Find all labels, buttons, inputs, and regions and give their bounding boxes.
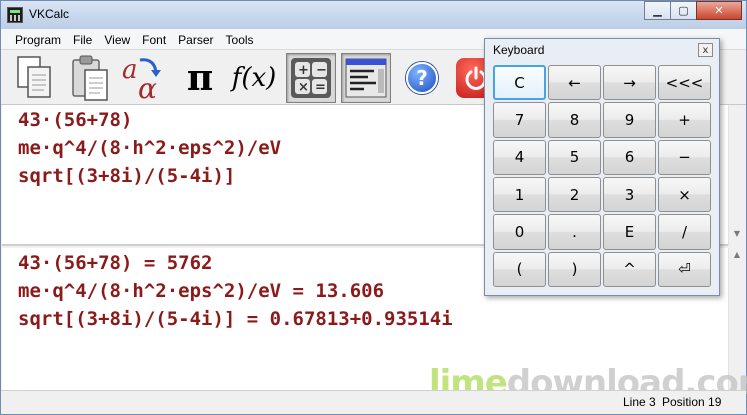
input-scrollbar[interactable]: ▼: [728, 105, 745, 246]
keypad: C ← → <<< 7 8 9 + 4 5 6 − 1 2 3 × 0 . E …: [493, 65, 711, 287]
output-line-1: 43·(56+78) = 5762: [18, 252, 213, 274]
calculator-keys-icon: + − × =: [291, 58, 331, 98]
svg-text:+: +: [298, 63, 309, 78]
key-divide[interactable]: /: [658, 214, 711, 250]
menu-parser[interactable]: Parser: [172, 29, 219, 49]
key-4[interactable]: 4: [493, 139, 546, 175]
scroll-down-arrow-icon[interactable]: ▼: [732, 229, 742, 238]
keyboard-close-button[interactable]: x: [698, 43, 713, 57]
input-line-1: 43·(56+78): [18, 109, 133, 131]
key-3[interactable]: 3: [603, 176, 656, 213]
input-line-3: sqrt[(3+8i)/(5-4i)]: [18, 165, 236, 187]
keyboard-dialog: Keyboard x C ← → <<< 7 8 9 + 4 5 6 − 1 2…: [484, 38, 720, 296]
keyboard-tool-button[interactable]: + − × =: [286, 53, 336, 103]
paste-tool-button[interactable]: [65, 53, 115, 103]
svg-text:=: =: [315, 80, 326, 95]
output-panel-tool-button[interactable]: [341, 53, 391, 103]
scroll-up-arrow-icon[interactable]: ▲: [732, 250, 742, 259]
key-close-paren[interactable]: ): [548, 251, 601, 287]
status-line: Line 3: [623, 395, 656, 409]
key-open-paren[interactable]: (: [493, 251, 546, 287]
window-controls: ▁ ▢ ✕: [644, 1, 742, 20]
minimize-button[interactable]: ▁: [644, 1, 671, 20]
window-title: VKCalc: [29, 7, 70, 21]
title-bar[interactable]: VKCalc ▁ ▢ ✕: [1, 1, 746, 29]
output-line-2: me·q^4/(8·h^2·eps^2)/eV = 13.606: [18, 280, 385, 302]
calculator-app-icon: [7, 7, 23, 23]
svg-text:−: −: [316, 63, 327, 78]
key-clear[interactable]: C: [493, 65, 546, 101]
minimize-icon: ▁: [653, 4, 662, 17]
function-icon: f(x): [231, 63, 277, 93]
input-line-2: me·q^4/(8·h^2·eps^2)/eV: [18, 137, 282, 159]
key-8[interactable]: 8: [548, 102, 601, 138]
keyboard-dialog-title: Keyboard: [493, 43, 545, 57]
close-icon: ✕: [714, 4, 724, 17]
constants-tool-button[interactable]: π: [175, 53, 225, 103]
symbols-tool-button[interactable]: a α: [119, 53, 169, 103]
panel-layout-icon: [345, 58, 387, 98]
key-multiply[interactable]: ×: [658, 176, 711, 213]
key-left-arrow[interactable]: ←: [548, 65, 601, 101]
key-decimal-point[interactable]: .: [548, 214, 601, 250]
help-icon: ?: [406, 62, 438, 94]
key-minus[interactable]: −: [658, 139, 711, 175]
pi-icon: π: [186, 57, 214, 99]
key-0[interactable]: 0: [493, 214, 546, 250]
clipboard-icon: [72, 55, 108, 101]
functions-tool-button[interactable]: f(x): [229, 53, 279, 103]
key-power[interactable]: ^: [603, 251, 656, 287]
output-line-3: sqrt[(3+8i)/(5-4i)] = 0.67813+0.93514i: [18, 308, 453, 330]
key-right-arrow[interactable]: →: [603, 65, 656, 101]
maximize-icon: ▢: [678, 4, 689, 17]
key-9[interactable]: 9: [603, 102, 656, 138]
svg-text:a: a: [122, 55, 138, 85]
menu-tools[interactable]: Tools: [220, 29, 260, 49]
key-exponent[interactable]: E: [603, 214, 656, 250]
key-enter[interactable]: ⏎: [658, 251, 711, 287]
menu-font[interactable]: Font: [136, 29, 172, 49]
help-glyph: ?: [416, 66, 428, 90]
key-2[interactable]: 2: [548, 176, 601, 213]
maximize-button[interactable]: ▢: [670, 1, 697, 20]
menu-file[interactable]: File: [67, 29, 98, 49]
copy-tool-button[interactable]: [9, 53, 59, 103]
key-plus[interactable]: +: [658, 102, 711, 138]
help-tool-button[interactable]: ?: [397, 53, 447, 103]
menu-view[interactable]: View: [98, 29, 136, 49]
status-bar: Line 3 Position 19: [1, 390, 746, 414]
menu-program[interactable]: Program: [9, 29, 67, 49]
key-5[interactable]: 5: [548, 139, 601, 175]
key-backspace[interactable]: <<<: [658, 65, 711, 101]
close-icon: x: [702, 44, 709, 56]
status-position: Position 19: [662, 395, 722, 409]
key-6[interactable]: 6: [603, 139, 656, 175]
copy-documents-icon: [17, 56, 51, 98]
svg-text:α: α: [138, 72, 157, 102]
greek-alpha-icon: a α: [122, 55, 161, 102]
key-7[interactable]: 7: [493, 102, 546, 138]
close-button[interactable]: ✕: [696, 1, 742, 20]
key-1[interactable]: 1: [493, 176, 546, 213]
svg-text:×: ×: [298, 80, 309, 95]
